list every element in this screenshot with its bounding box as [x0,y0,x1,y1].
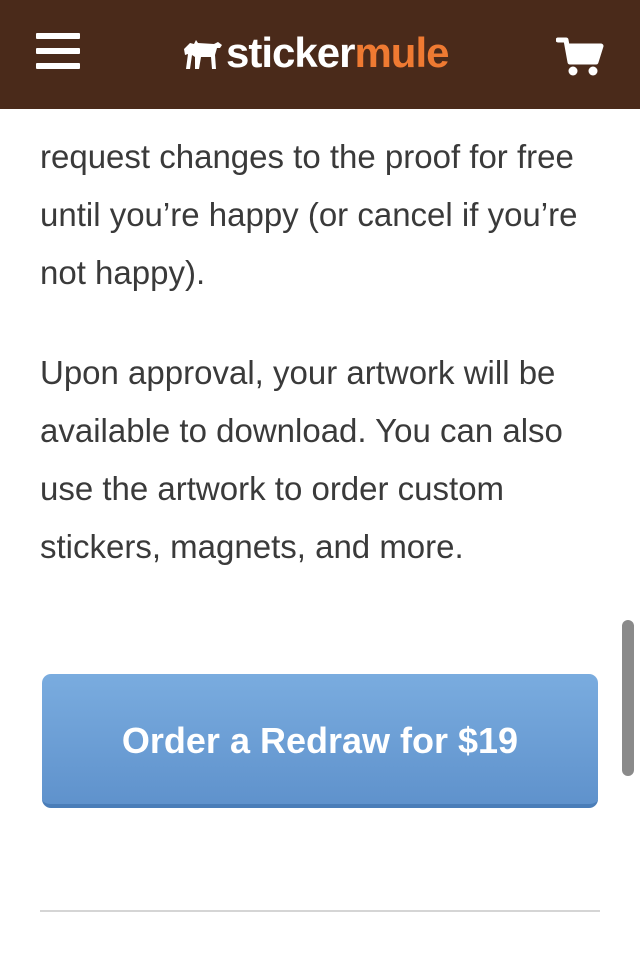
logo-text-sticker: sticker [226,29,355,76]
mule-logo-icon [184,40,222,69]
page: sticker mule request changes to the proof… [0,0,640,959]
section-divider [40,910,600,912]
logo-text-mule: mule [354,29,449,76]
hamburger-menu-icon-line [36,63,80,69]
shopping-cart-icon [555,37,604,76]
hamburger-menu-icon-line [36,48,80,54]
hamburger-menu-button[interactable] [36,31,82,73]
approval-paragraph: Upon approval, your artwork will be avai… [40,354,563,565]
order-redraw-button[interactable]: Order a Redraw for $19 [42,674,598,808]
shopping-cart-button[interactable] [555,36,604,78]
hamburger-menu-icon-line [36,33,80,39]
top-navigation-bar: sticker mule [0,0,640,109]
scrollbar-thumb[interactable] [622,620,634,776]
proof-changes-paragraph: request changes to the proof for free un… [40,138,578,291]
redraw-description: request changes to the proof for free un… [40,128,606,576]
stickermule-logo[interactable]: sticker mule [180,28,449,78]
